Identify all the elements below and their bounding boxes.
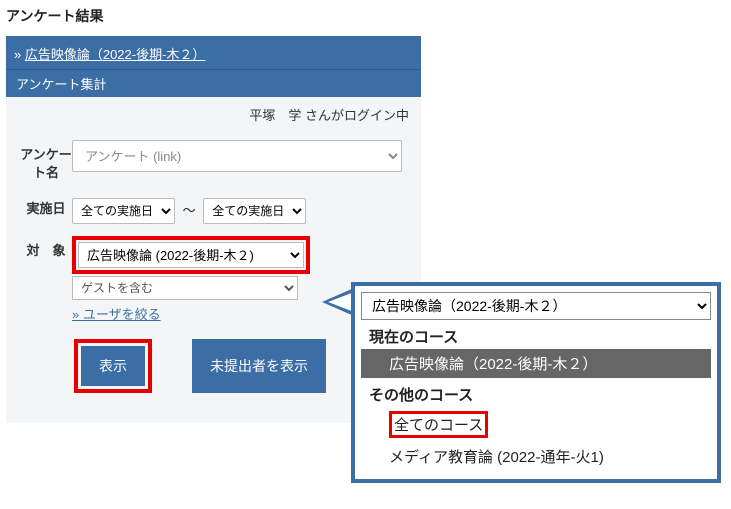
breadcrumb-course-link[interactable]: 広告映像論（2022-後期-木２） (25, 47, 206, 62)
date-to-select[interactable]: 全ての実施日 (203, 198, 306, 224)
show-unsubmitted-button[interactable]: 未提出者を表示 (192, 339, 326, 393)
option-media-course[interactable]: メディア教育論 (2022-通年-火1) (361, 442, 711, 471)
filter-users-link[interactable]: » ユーザを絞る (72, 304, 161, 323)
target-select[interactable]: 広告映像論 (2022-後期-木２) (78, 242, 304, 268)
breadcrumb: » 広告映像論（2022-後期-木２） (6, 38, 421, 69)
subheader: アンケート集計 (6, 69, 421, 97)
date-separator: ～ (183, 203, 196, 218)
date-label: 実施日 (20, 194, 72, 218)
group-other-label: その他のコース (361, 378, 711, 407)
show-button[interactable]: 表示 (81, 346, 145, 386)
show-button-highlight: 表示 (74, 339, 152, 393)
date-from-select[interactable]: 全ての実施日 (72, 198, 175, 224)
survey-name-label: アンケート名 (20, 140, 72, 182)
target-highlight: 広告映像論 (2022-後期-木２) (72, 236, 310, 274)
breadcrumb-prefix: » (14, 47, 25, 62)
group-current-label: 現在のコース (361, 320, 711, 349)
option-all-courses[interactable]: 全てのコース (361, 407, 711, 442)
callout-course-select[interactable]: 広告映像論（2022-後期-木２） (361, 292, 711, 320)
option-current-course[interactable]: 広告映像論（2022-後期-木２） (361, 349, 711, 378)
survey-select[interactable]: アンケート (link) (72, 140, 402, 172)
login-status: 平塚 学 さんがログイン中 (6, 97, 421, 138)
target-label: 対 象 (20, 236, 72, 260)
all-courses-highlight: 全てのコース (389, 411, 488, 438)
dropdown-callout: 広告映像論（2022-後期-木２） 現在のコース 広告映像論（2022-後期-木… (351, 282, 721, 483)
page-title: アンケート結果 (0, 0, 731, 36)
guest-select[interactable]: ゲストを含む (72, 276, 298, 300)
